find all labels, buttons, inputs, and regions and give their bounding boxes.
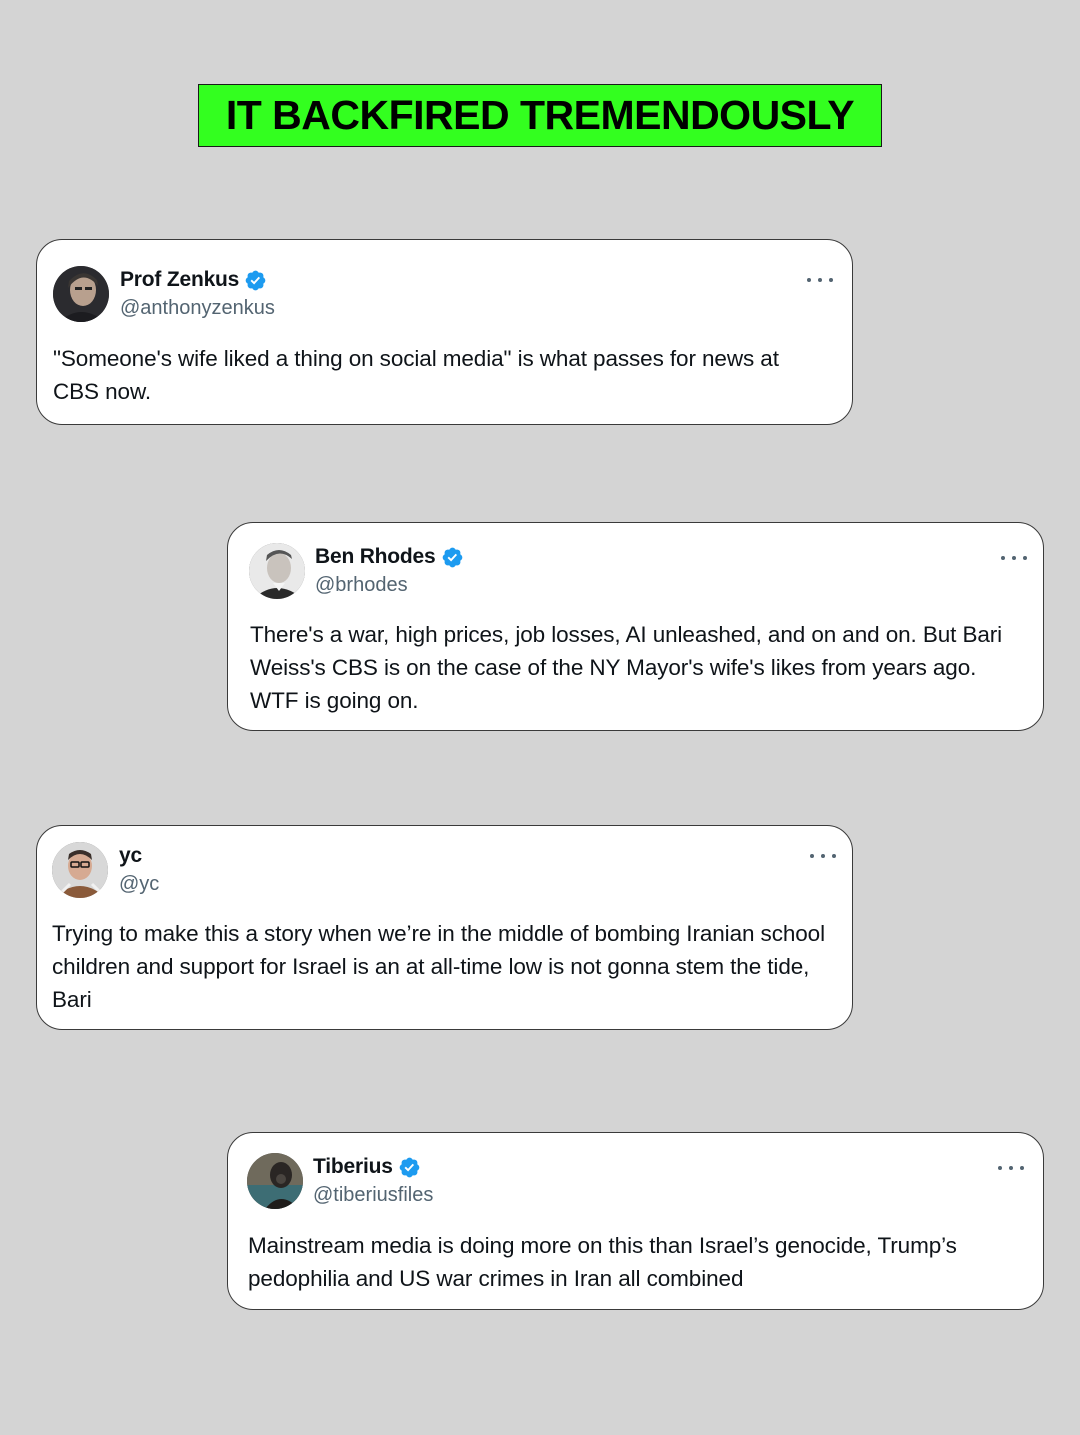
author-name[interactable]: Prof Zenkus [120,268,239,292]
more-options-icon[interactable] [1001,554,1027,562]
author-name[interactable]: yc [119,844,142,868]
author-handle[interactable]: @tiberiusfiles [313,1184,433,1207]
headline-banner: IT BACKFIRED TREMENDOUSLY [198,84,882,147]
author-handle[interactable]: @yc [119,873,159,896]
more-options-icon[interactable] [810,852,836,860]
verified-badge-icon [244,269,267,292]
author-name[interactable]: Ben Rhodes [315,545,436,569]
tweet-card-prof-zenkus[interactable]: Prof Zenkus @anthonyzenkus "Someone's wi… [36,239,853,425]
tweet-card-yc[interactable]: yc @yc Trying to make this a story when … [36,825,853,1030]
avatar[interactable] [53,266,109,322]
tweet-text: There's a war, high prices, job losses, … [250,622,1003,713]
avatar[interactable] [249,543,305,599]
author-name[interactable]: Tiberius [313,1155,393,1179]
author-handle[interactable]: @brhodes [315,574,408,597]
avatar[interactable] [52,842,108,898]
tweet-card-ben-rhodes[interactable]: Ben Rhodes @brhodes There's a war, high … [227,522,1044,731]
verified-badge-icon [441,546,464,569]
tweet-card-tiberius[interactable]: Tiberius @tiberiusfiles Mainstream media… [227,1132,1044,1310]
tweet-text: Mainstream media is doing more on this t… [248,1233,957,1291]
avatar[interactable] [247,1153,303,1209]
tweet-text: Trying to make this a story when we’re i… [52,921,825,1012]
verified-badge-icon [398,1156,421,1179]
tweet-text: "Someone's wife liked a thing on social … [53,346,779,404]
more-options-icon[interactable] [998,1164,1024,1172]
more-options-icon[interactable] [807,276,833,284]
author-handle[interactable]: @anthonyzenkus [120,297,275,320]
